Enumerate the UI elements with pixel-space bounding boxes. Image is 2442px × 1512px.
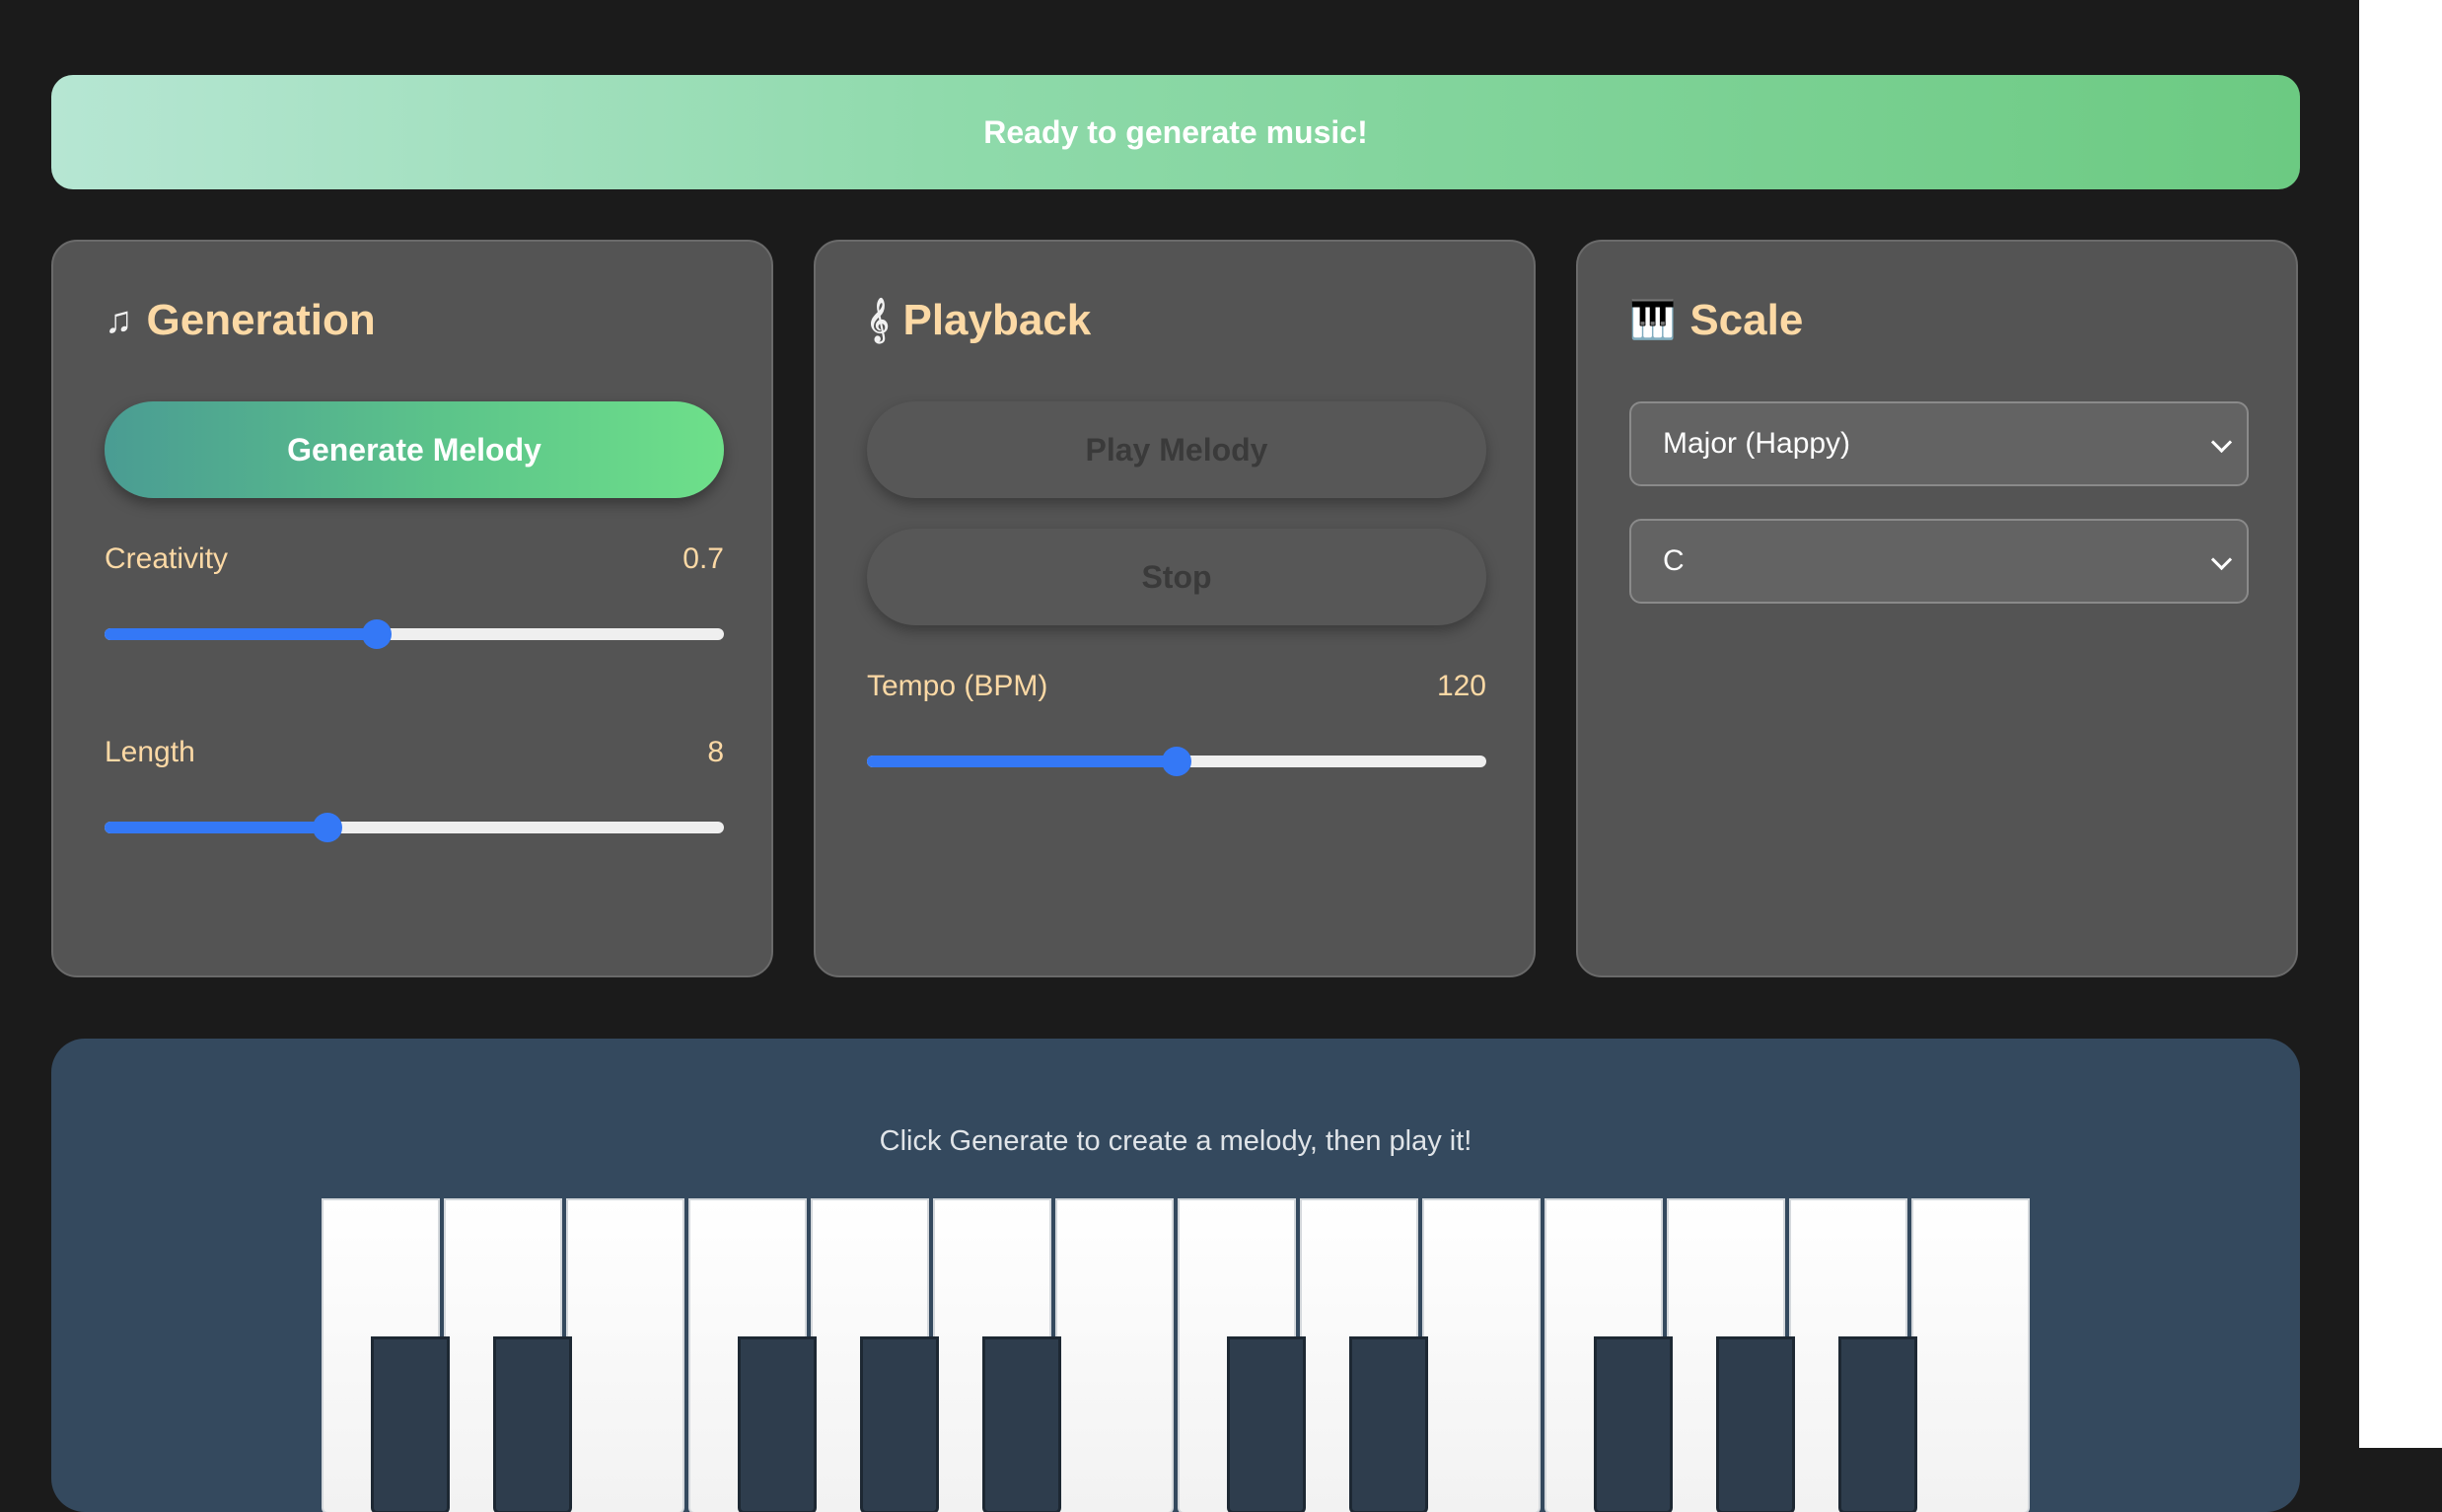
- root-key-select[interactable]: C: [1629, 519, 2249, 604]
- scale-title: 🎹 Scale: [1629, 289, 1803, 352]
- piano-keyboard: [322, 1198, 2034, 1512]
- generation-panel: ♫ Generation Generate Melody Creativity …: [51, 240, 773, 977]
- status-message: Ready to generate music!: [983, 113, 1368, 150]
- creativity-label: Creativity: [105, 542, 229, 575]
- tempo-value: 120: [1436, 670, 1486, 702]
- slider-track: [105, 628, 724, 640]
- music-score-icon: 𝄞: [867, 299, 890, 341]
- creativity-value: 0.7: [682, 542, 724, 575]
- tempo-slider[interactable]: [867, 747, 1486, 776]
- piano-panel: Click Generate to create a melody, then …: [51, 1039, 2300, 1512]
- piano-white-key[interactable]: [566, 1198, 684, 1512]
- slider-thumb[interactable]: [362, 619, 393, 649]
- creativity-row: Creativity 0.7: [105, 542, 724, 576]
- length-label: Length: [105, 736, 195, 768]
- tempo-row: Tempo (BPM) 120: [867, 670, 1486, 703]
- piano-white-key[interactable]: [1911, 1198, 2030, 1512]
- stop-button[interactable]: Stop: [867, 529, 1486, 625]
- length-value: 8: [707, 736, 724, 768]
- piano-black-key[interactable]: [1227, 1336, 1306, 1512]
- piano-black-key[interactable]: [860, 1336, 939, 1512]
- play-melody-button[interactable]: Play Melody: [867, 401, 1486, 498]
- piano-black-key[interactable]: [493, 1336, 572, 1512]
- window-edge: [2359, 0, 2442, 1448]
- scale-panel: 🎹 Scale Major (Happy) C: [1576, 240, 2298, 977]
- generate-melody-button[interactable]: Generate Melody: [105, 401, 724, 498]
- tempo-label: Tempo (BPM): [867, 670, 1048, 702]
- playback-title-text: Playback: [902, 296, 1092, 344]
- slider-thumb[interactable]: [1162, 747, 1191, 776]
- piano-black-key[interactable]: [1594, 1336, 1673, 1512]
- piano-black-key[interactable]: [1349, 1336, 1428, 1512]
- scale-mode-value: Major (Happy): [1663, 427, 1851, 460]
- piano-black-key[interactable]: [982, 1336, 1061, 1512]
- piano-hint: Click Generate to create a melody, then …: [879, 1125, 1472, 1157]
- slider-fill: [105, 628, 378, 640]
- creativity-slider[interactable]: [105, 619, 724, 649]
- chevron-down-icon: [2210, 548, 2233, 571]
- length-row: Length 8: [105, 736, 724, 769]
- status-banner: Ready to generate music!: [51, 75, 2300, 189]
- scale-title-text: Scale: [1689, 296, 1804, 344]
- chevron-down-icon: [2210, 431, 2233, 454]
- playback-panel: 𝄞 Playback Play Melody Stop Tempo (BPM) …: [814, 240, 1536, 977]
- scale-mode-select[interactable]: Major (Happy): [1629, 401, 2249, 486]
- piano-black-key[interactable]: [1716, 1336, 1795, 1512]
- slider-thumb[interactable]: [313, 813, 343, 842]
- generation-title-text: Generation: [146, 296, 376, 344]
- piano-white-key[interactable]: [1422, 1198, 1541, 1512]
- slider-fill: [867, 756, 1177, 767]
- generation-title: ♫ Generation: [105, 289, 376, 352]
- slider-fill: [105, 822, 328, 833]
- piano-black-key[interactable]: [371, 1336, 450, 1512]
- piano-black-key[interactable]: [738, 1336, 817, 1512]
- slider-track: [105, 822, 724, 833]
- length-slider[interactable]: [105, 813, 724, 842]
- piano-white-key[interactable]: [1055, 1198, 1174, 1512]
- piano-black-key[interactable]: [1838, 1336, 1917, 1512]
- music-note-icon: ♫: [105, 299, 133, 341]
- root-key-value: C: [1663, 544, 1685, 577]
- playback-title: 𝄞 Playback: [867, 289, 1091, 352]
- piano-keys-icon: 🎹: [1629, 300, 1677, 341]
